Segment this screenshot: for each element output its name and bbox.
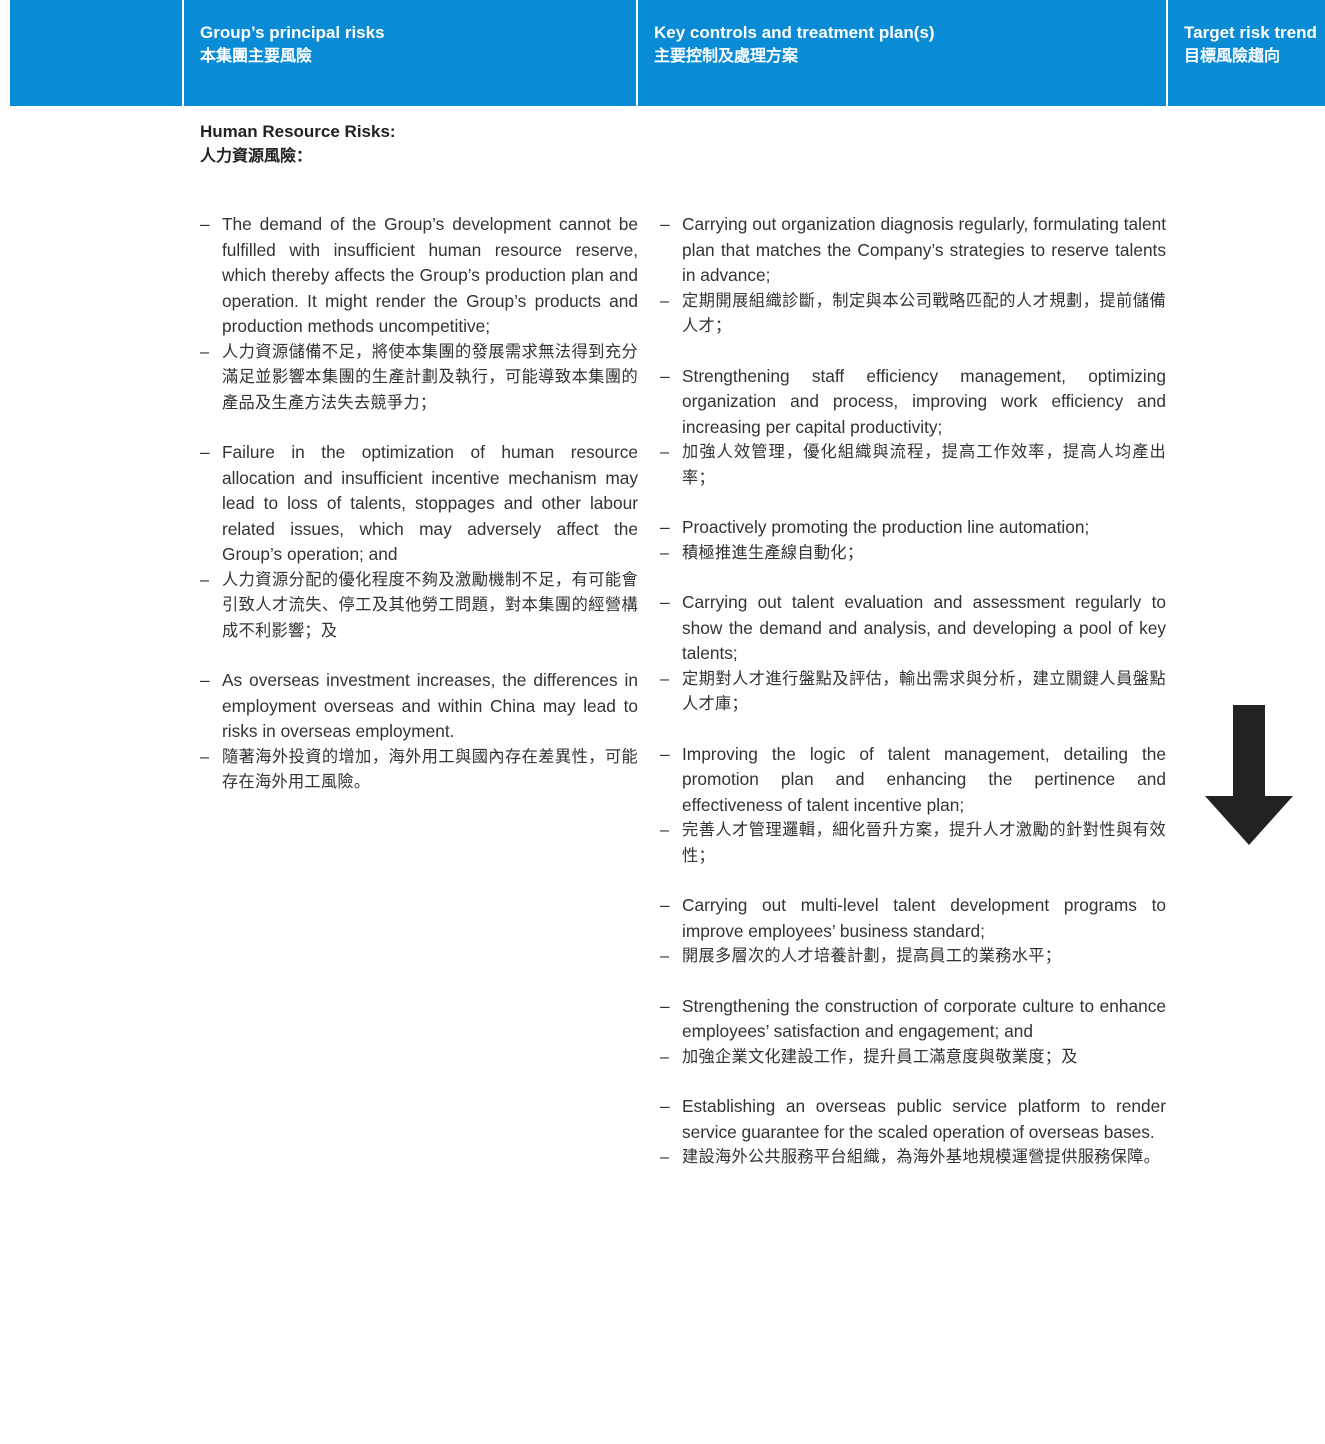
control-item: – Strengthening staff efficiency manageme… (660, 364, 1166, 492)
control-item: – Carrying out multi-level talent develop… (660, 893, 1166, 970)
bullet-dash: – (660, 947, 670, 965)
control-text-en: Establishing an overseas public service … (682, 1096, 1166, 1142)
bullet-dash: – (660, 821, 670, 839)
bullet-dash: – (660, 443, 670, 461)
header-divider (636, 0, 638, 106)
risk-text-en: The demand of the Group’s development ca… (222, 214, 638, 336)
control-text-zh: 定期對人才進行盤點及評估，輸出需求與分析，建立關鍵人員盤點人才庫； (682, 669, 1166, 714)
bullet-dash: – (660, 743, 670, 764)
risk-text-zh: 人力資源分配的優化程度不夠及激勵機制不足，有可能會引致人才流失、停工及其他勞工問… (222, 570, 638, 640)
control-text-zh: 加強人效管理，優化組織與流程，提高工作效率，提高人均產出率； (682, 443, 1166, 487)
risk-item: – The demand of the Group’s development c… (200, 212, 638, 416)
section-title-zh: 人力資源風險： (200, 148, 313, 165)
bullet-dash: – (660, 365, 670, 386)
control-text-en: Improving the logic of talent management… (682, 743, 1166, 815)
control-item: – Strengthening the construction of corpo… (660, 994, 1166, 1071)
header-principal-risks: Group’s principal risks 本集團主要風險 (184, 0, 636, 106)
control-text-zh: 積極推進生產線自動化； (682, 543, 864, 562)
header-key-controls-zh: 主要控制及處理方案 (654, 48, 799, 65)
risk-text-zh: 隨著海外投資的增加，海外用工與國內存在差異性，可能存在海外用工風險。 (222, 747, 638, 792)
bullet-dash: – (660, 995, 670, 1016)
bullet-dash: – (660, 1096, 670, 1116)
bullet-dash: – (660, 543, 670, 562)
principal-risks-list: – The demand of the Group’s development c… (200, 212, 638, 820)
control-text-en: Strengthening the construction of corpor… (682, 995, 1166, 1042)
bullet-dash: – (200, 442, 210, 462)
header-key-controls-en: Key controls and treatment plan(s) (654, 23, 935, 42)
control-item: – Improving the logic of talent managemen… (660, 742, 1166, 870)
bullet-dash: – (660, 669, 670, 688)
control-text-zh: 開展多層次的人才培養計劃，提高員工的業務水平； (682, 947, 1062, 965)
bullet-dash: – (200, 214, 210, 234)
header-target-trend-en: Target risk trend (1184, 23, 1317, 42)
control-text-zh: 加強企業文化建設工作，提升員工滿意度與敬業度；及 (682, 1047, 1078, 1066)
risk-item: – Failure in the optimization of human re… (200, 440, 638, 644)
control-text-zh: 定期開展組織診斷，制定與本公司戰略匹配的人才規劃，提前儲備人才； (682, 291, 1166, 336)
control-text-en: Carrying out multi-level talent developm… (682, 895, 1166, 941)
header-target-trend: Target risk trend 目標風險趨向 (1170, 0, 1325, 106)
section-title: Human Resource Risks: 人力資源風險： (200, 119, 396, 169)
header-divider (182, 0, 184, 106)
header-principal-risks-zh: 本集團主要風險 (200, 48, 313, 65)
header-divider (1166, 0, 1168, 106)
bullet-dash: – (660, 592, 670, 612)
bullet-dash: – (200, 670, 210, 690)
control-text-en: Carrying out organization diagnosis regu… (682, 214, 1166, 285)
bullet-dash: – (660, 291, 670, 310)
risk-text-zh: 人力資源儲備不足，將使本集團的發展需求無法得到充分滿足並影響本集團的生產計劃及執… (222, 342, 638, 412)
bullet-dash: – (660, 517, 670, 537)
risk-text-en: Failure in the optimization of human res… (222, 442, 638, 564)
bullet-dash: – (660, 895, 670, 915)
control-item: – Carrying out organization diagnosis reg… (660, 212, 1166, 340)
bullet-dash: – (660, 1047, 670, 1066)
bullet-dash: – (660, 214, 670, 234)
header-principal-risks-en: Group’s principal risks (200, 23, 385, 42)
control-text-zh: 建設海外公共服務平台組織，為海外基地規模運營提供服務保障。 (682, 1148, 1161, 1166)
trend-arrow-svg (1205, 705, 1293, 845)
control-item: – Establishing an overseas public service… (660, 1094, 1166, 1171)
control-text-en: Proactively promoting the production lin… (682, 517, 1090, 537)
key-controls-list: – Carrying out organization diagnosis reg… (660, 212, 1166, 1195)
risk-text-en: As overseas investment increases, the di… (222, 670, 638, 741)
control-text-zh: 完善人才管理邏輯，細化晉升方案，提升人才激勵的針對性與有效性； (682, 821, 1166, 865)
control-text-en: Strengthening staff efficiency managemen… (682, 365, 1166, 437)
bullet-dash: – (660, 1148, 670, 1166)
bullet-dash: – (200, 342, 210, 361)
bullet-dash: – (200, 570, 210, 589)
table-header: Group’s principal risks 本集團主要風險 Key cont… (10, 0, 1325, 106)
section-title-en: Human Resource Risks: (200, 122, 396, 141)
header-key-controls: Key controls and treatment plan(s) 主要控制及… (638, 0, 1168, 106)
arrow-down-icon (1205, 705, 1293, 845)
control-text-en: Carrying out talent evaluation and asses… (682, 592, 1166, 663)
control-item: – Carrying out talent evaluation and asse… (660, 590, 1166, 718)
bullet-dash: – (200, 747, 210, 766)
control-item: – Proactively promoting the production li… (660, 515, 1166, 566)
risk-item: – As overseas investment increases, the d… (200, 668, 638, 796)
header-target-trend-zh: 目標風險趨向 (1184, 48, 1281, 65)
